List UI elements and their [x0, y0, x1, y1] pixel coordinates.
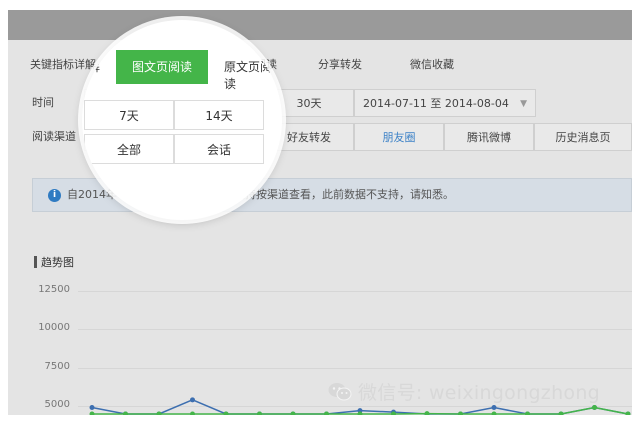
screenshot-frame: 关键指标详解 图文页阅读 原文页阅读 分享转发 微信收藏 时间 7天 14天 3… [8, 10, 632, 415]
mag-tab-article-reads[interactable]: 图文页阅读 [116, 50, 208, 84]
data-point[interactable] [89, 411, 95, 416]
data-point[interactable] [491, 405, 497, 411]
data-point[interactable] [190, 397, 195, 403]
data-point[interactable] [123, 411, 128, 416]
mag-channel-option-all[interactable]: 全部 [84, 134, 174, 164]
data-point[interactable] [592, 405, 597, 411]
data-point[interactable] [458, 411, 463, 416]
data-point[interactable] [625, 411, 631, 416]
data-point[interactable] [558, 411, 564, 416]
mag-time-option-7d[interactable]: 7天 [84, 100, 174, 130]
data-point[interactable] [257, 411, 262, 416]
magnifier-lens: 关键指标详解 图文页阅读 原文页阅读 7天 14天 全部 会话 [82, 20, 282, 220]
wechat-icon [328, 383, 352, 401]
mag-tab-key-metrics: 关键指标详解 [82, 60, 101, 74]
watermark: 微信号: weixingongzhong [328, 378, 600, 405]
data-point[interactable] [290, 411, 296, 416]
data-point[interactable] [491, 411, 497, 416]
data-point[interactable] [424, 411, 430, 415]
mag-tab-original-reads: 原文页阅读 [224, 60, 273, 91]
mag-time-option-14d[interactable]: 14天 [174, 100, 264, 130]
data-point[interactable] [223, 411, 229, 416]
data-point[interactable] [156, 411, 162, 416]
data-point[interactable] [89, 405, 95, 411]
data-point[interactable] [324, 411, 329, 416]
mag-channel-option-chat[interactable]: 会话 [174, 134, 264, 164]
data-point[interactable] [190, 411, 195, 416]
data-point[interactable] [525, 411, 530, 416]
